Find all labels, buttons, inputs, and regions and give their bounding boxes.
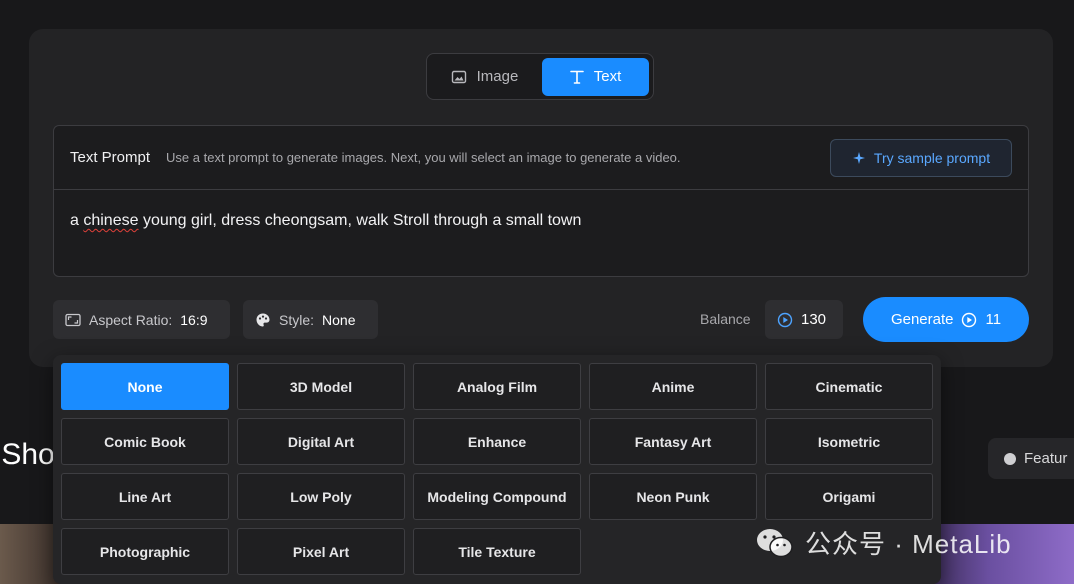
text-icon <box>569 69 584 85</box>
featured-icon <box>1004 452 1016 465</box>
style-option-low-poly[interactable]: Low Poly <box>237 473 405 520</box>
style-option-photographic[interactable]: Photographic <box>61 528 229 575</box>
page: v Sho Featur Image Text Text Prompt Use … <box>0 0 1074 584</box>
style-option-comic-book[interactable]: Comic Book <box>61 418 229 465</box>
style-option-anime[interactable]: Anime <box>589 363 757 410</box>
palette-icon <box>255 312 271 328</box>
text-prompt-box: Text Prompt Use a text prompt to generat… <box>53 125 1029 277</box>
style-selector[interactable]: Style: None <box>243 300 378 339</box>
generate-button[interactable]: Generate 11 <box>863 297 1029 342</box>
style-option-origami[interactable]: Origami <box>765 473 933 520</box>
style-option-none[interactable]: None <box>61 363 229 410</box>
mode-toggle: Image Text <box>426 53 654 100</box>
style-value: None <box>322 311 356 328</box>
prompt-title: Text Prompt <box>70 149 151 166</box>
generate-label: Generate <box>890 311 954 328</box>
featured-label: Featur <box>1024 450 1068 467</box>
featured-button[interactable]: Featur <box>988 438 1074 479</box>
style-option-isometric[interactable]: Isometric <box>765 418 933 465</box>
aspect-ratio-icon <box>65 313 81 327</box>
prompt-text-suffix: young girl, dress cheongsam, walk Stroll… <box>138 212 582 229</box>
prompt-text-misspelled: chinese <box>83 212 139 229</box>
credit-icon <box>961 312 977 328</box>
aspect-ratio-label: Aspect Ratio: <box>89 311 173 328</box>
style-option-pixel-art[interactable]: Pixel Art <box>237 528 405 575</box>
prompt-textarea[interactable]: a chinese young girl, dress cheongsam, w… <box>54 190 1028 230</box>
style-option-modeling-compound[interactable]: Modeling Compound <box>413 473 581 520</box>
style-option-3d-model[interactable]: 3D Model <box>237 363 405 410</box>
tab-text-label: Text <box>593 68 622 85</box>
style-option-fantasy-art[interactable]: Fantasy Art <box>589 418 757 465</box>
style-option-line-art[interactable]: Line Art <box>61 473 229 520</box>
style-option-analog-film[interactable]: Analog Film <box>413 363 581 410</box>
style-option-cinematic[interactable]: Cinematic <box>765 363 933 410</box>
style-option-neon-punk[interactable]: Neon Punk <box>589 473 757 520</box>
prompt-text-prefix: a <box>70 212 84 229</box>
balance-label: Balance <box>700 311 751 327</box>
generate-cost: 11 <box>985 311 1002 328</box>
try-sample-prompt-label: Try sample prompt <box>873 149 991 166</box>
watermark-text: 公众号 · MetaLib <box>805 529 1012 559</box>
watermark: 公众号 · MetaLib <box>755 524 1012 561</box>
style-option-tile-texture[interactable]: Tile Texture <box>413 528 581 575</box>
style-option-enhance[interactable]: Enhance <box>413 418 581 465</box>
showcase-heading: v Sho <box>0 438 55 471</box>
style-option-digital-art[interactable]: Digital Art <box>237 418 405 465</box>
balance-value: 130 <box>801 311 827 328</box>
tab-image-label: Image <box>476 68 519 85</box>
prompt-hint: Use a text prompt to generate images. Ne… <box>166 150 681 165</box>
try-sample-prompt-button[interactable]: Try sample prompt <box>830 138 1012 177</box>
prompt-header: Text Prompt Use a text prompt to generat… <box>54 126 1028 190</box>
wechat-icon <box>755 526 795 560</box>
tab-image[interactable]: Image <box>431 58 538 96</box>
tab-text[interactable]: Text <box>542 57 649 96</box>
aspect-ratio-selector[interactable]: Aspect Ratio: 16:9 <box>53 300 230 339</box>
credit-icon <box>777 312 793 328</box>
style-label: Style: <box>279 311 315 328</box>
balance-badge: 130 <box>765 300 843 339</box>
sparkle-icon <box>852 151 866 165</box>
aspect-ratio-value: 16:9 <box>180 311 208 328</box>
image-icon <box>451 69 467 85</box>
